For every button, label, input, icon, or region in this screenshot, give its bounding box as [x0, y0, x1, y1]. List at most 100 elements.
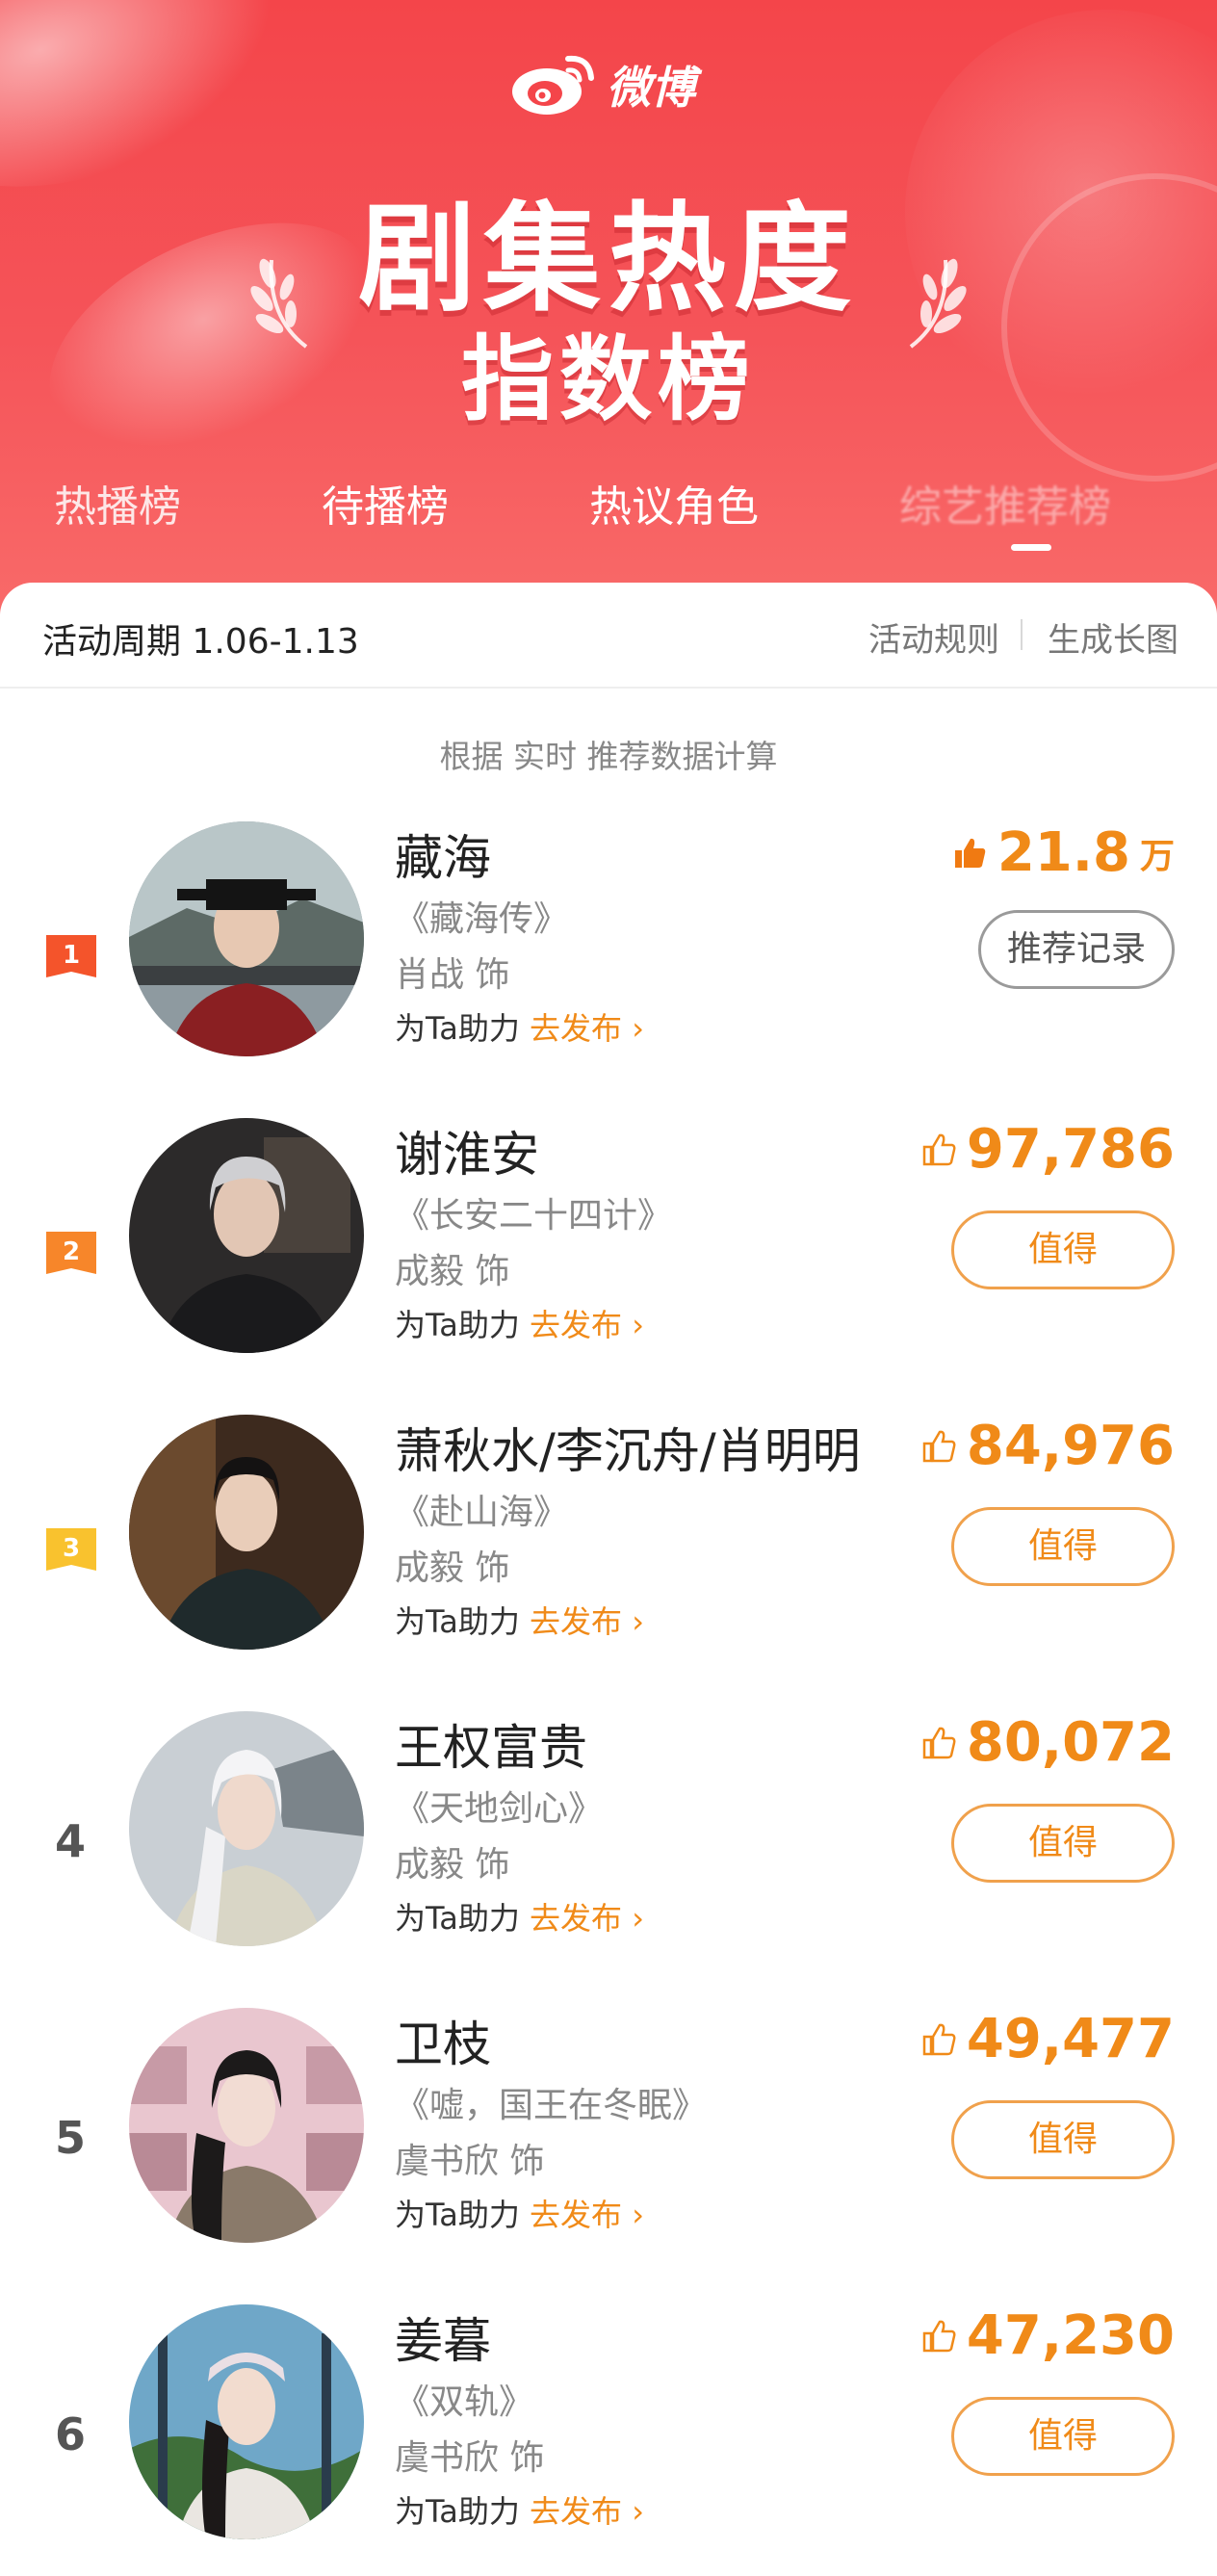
category-tabs: 热播榜 待播榜 热议角色 综艺推荐榜	[0, 472, 1217, 549]
score: 21.8 万	[951, 821, 1175, 884]
go-post-link[interactable]: 去发布 ›	[530, 1307, 644, 1343]
boost-prefix: 为Ta助力	[395, 1307, 520, 1343]
avatar-image	[129, 2304, 364, 2539]
go-post-link[interactable]: 去发布 ›	[530, 1010, 644, 1047]
thumbs-up-filled-icon	[954, 838, 986, 868]
actor-name: 成毅 饰	[395, 1252, 510, 1291]
boost-line: 为Ta助力 去发布 ›	[395, 1894, 644, 1939]
recommend-record-button[interactable]: 推荐记录	[978, 910, 1175, 989]
weibo-eye-icon	[512, 55, 594, 115]
actor-name: 虞书欣 饰	[395, 2142, 545, 2181]
role-name[interactable]: 王权富贵	[395, 1709, 587, 1779]
boost-line: 为Ta助力 去发布 ›	[395, 2191, 644, 2235]
worth-button[interactable]: 值得	[951, 1210, 1175, 1289]
role-name[interactable]: 藏海	[395, 820, 491, 889]
boost-line: 为Ta助力 去发布 ›	[395, 1598, 644, 1642]
rank-number: 5	[54, 2112, 86, 2164]
drama-title[interactable]: 《天地剑心》	[395, 1781, 603, 1831]
tab-upcoming[interactable]: 待播榜	[322, 472, 449, 533]
drama-title[interactable]: 《长安二十四计》	[395, 1187, 672, 1237]
ranking-panel: 活动周期 1.06-1.13 活动规则 生成长图 根据 实时 推荐数据计算 1	[0, 583, 1217, 2576]
boost-line: 为Ta助力 去发布 ›	[395, 2487, 644, 2532]
score: 47,230	[920, 2304, 1175, 2367]
worth-button[interactable]: 值得	[951, 2100, 1175, 2179]
avatar-image	[129, 821, 364, 1056]
boost-prefix: 为Ta助力	[395, 2493, 520, 2530]
generate-image-link[interactable]: 生成长图	[1048, 613, 1178, 661]
thumbs-up-outline-icon	[922, 1430, 956, 1462]
ranking-row: 1 藏海 《藏海传》 肖战 饰 为Ta助力 去发布 › 21.8 万 推荐记录	[0, 814, 1217, 1103]
score: 97,786	[920, 1118, 1175, 1181]
actor-name: 成毅 饰	[395, 1548, 510, 1588]
tab-hot-roles[interactable]: 热议角色	[589, 472, 759, 533]
data-source-note: 根据 实时 推荐数据计算	[439, 738, 778, 775]
rank-badge: 1	[42, 931, 100, 989]
role-name[interactable]: 卫枝	[395, 2006, 491, 2075]
avatar[interactable]	[129, 1118, 364, 1353]
drama-title[interactable]: 《双轨》	[395, 2374, 533, 2424]
score: 49,477	[920, 2008, 1175, 2070]
drama-title[interactable]: 《藏海传》	[395, 891, 568, 941]
ranking-row: 5 卫枝 《嘘，国王在冬眠》 虞书欣 饰 为Ta助力 去发布 › 49,477 …	[0, 2000, 1217, 2289]
ranking-row: 3 萧秋水/李沉舟/肖明明 《赴山海》 成毅 饰 为Ta助力 去发布 › 84,…	[0, 1407, 1217, 1696]
rank-number: 1	[62, 941, 81, 970]
score-value: 47,230	[966, 2304, 1175, 2367]
thumbs-up-outline-icon	[922, 1727, 956, 1758]
thumbs-up-outline-icon	[922, 1133, 956, 1165]
page-subtitle: 指数榜	[461, 325, 756, 433]
score: 80,072	[920, 1711, 1175, 1774]
score-value: 97,786	[966, 1118, 1175, 1181]
worth-button[interactable]: 值得	[951, 1507, 1175, 1586]
rank-number: 6	[54, 2408, 86, 2460]
avatar-image	[129, 2008, 364, 2243]
period-bar: 活动周期 1.06-1.13 活动规则 生成长图	[0, 583, 1217, 689]
go-post-link[interactable]: 去发布 ›	[530, 1603, 644, 1640]
tab-variety[interactable]: 综艺推荐榜	[899, 472, 1111, 533]
actor-name: 虞书欣 饰	[395, 2438, 545, 2478]
ranking-row: 4 王权富贵 《天地剑心》 成毅 饰 为Ta助力 去发布 › 80,072 值得	[0, 1704, 1217, 1992]
avatar[interactable]	[129, 821, 364, 1056]
worth-button[interactable]: 值得	[951, 2397, 1175, 2476]
ranking-row: 2 谢淮安 《长安二十四计》 成毅 饰 为Ta助力 去发布 › 97,786 值	[0, 1110, 1217, 1399]
avatar-image	[129, 1711, 364, 1946]
avatar[interactable]	[129, 1711, 364, 1946]
score-value: 80,072	[966, 1711, 1175, 1774]
worth-button[interactable]: 值得	[951, 1804, 1175, 1883]
avatar[interactable]	[129, 2304, 364, 2539]
go-post-link[interactable]: 去发布 ›	[530, 2493, 644, 2530]
thumbs-up-outline-icon	[922, 2023, 956, 2055]
activity-rules-link[interactable]: 活动规则	[868, 613, 999, 661]
tab-hot-airing[interactable]: 热播榜	[54, 472, 181, 533]
drama-title[interactable]: 《赴山海》	[395, 1484, 568, 1534]
boost-line: 为Ta助力 去发布 ›	[395, 1004, 644, 1049]
boost-prefix: 为Ta助力	[395, 1010, 520, 1047]
rank-number: 2	[62, 1237, 81, 1266]
boost-prefix: 为Ta助力	[395, 1900, 520, 1937]
role-name[interactable]: 姜暮	[395, 2303, 491, 2372]
go-post-link[interactable]: 去发布 ›	[530, 2197, 644, 2233]
logo-text: 微博	[607, 62, 695, 114]
score-value: 84,976	[966, 1415, 1175, 1477]
avatar-image	[129, 1415, 364, 1650]
rank-badge: 2	[42, 1228, 100, 1286]
boost-line: 为Ta助力 去发布 ›	[395, 1301, 644, 1345]
weibo-logo: 微博	[508, 46, 695, 123]
role-name[interactable]: 谢淮安	[395, 1116, 539, 1185]
avatar[interactable]	[129, 1415, 364, 1650]
boost-prefix: 为Ta助力	[395, 1603, 520, 1640]
drama-title[interactable]: 《嘘，国王在冬眠》	[395, 2077, 707, 2127]
activity-period: 活动周期 1.06-1.13	[42, 622, 359, 662]
thumbs-up-outline-icon	[922, 2320, 956, 2352]
score-unit: 万	[1139, 836, 1175, 876]
avatar[interactable]	[129, 2008, 364, 2243]
go-post-link[interactable]: 去发布 ›	[530, 1900, 644, 1937]
actor-name: 成毅 饰	[395, 1845, 510, 1885]
actor-name: 肖战 饰	[395, 955, 510, 995]
active-tab-indicator	[1011, 544, 1051, 551]
role-name[interactable]: 萧秋水/李沉舟/肖明明	[395, 1413, 861, 1482]
score: 84,976	[920, 1415, 1175, 1477]
divider	[1021, 619, 1023, 650]
ranking-row: 6 姜暮 《双轨》 虞书欣 饰 为Ta助力 去发布 › 47,230 值得	[0, 2297, 1217, 2576]
rank-number: 3	[62, 1534, 81, 1563]
avatar-image	[129, 1118, 364, 1353]
